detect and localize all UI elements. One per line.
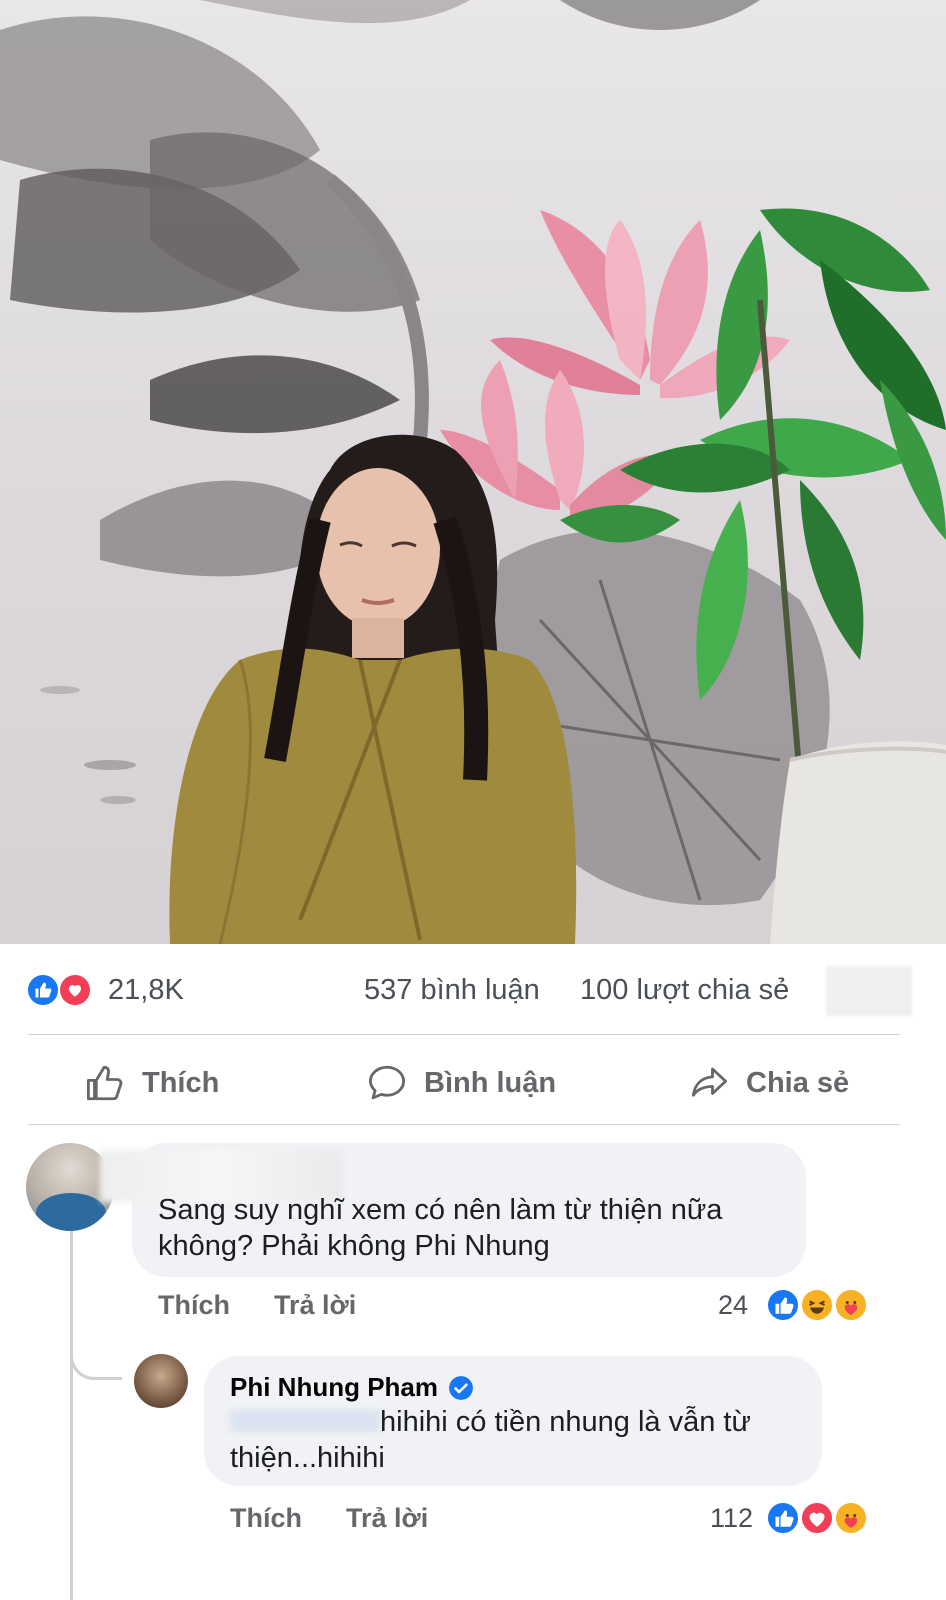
love-reaction-icon xyxy=(800,1501,834,1535)
share-arrow-icon xyxy=(691,1067,728,1097)
avatar[interactable] xyxy=(134,1354,188,1408)
reply-text: hihihi có tiền nhung là vẫn từ thiện...h… xyxy=(230,1406,751,1474)
comment-reaction-count[interactable]: 24 xyxy=(718,1290,748,1321)
verified-badge-icon xyxy=(449,1375,473,1400)
reaction-count[interactable]: 21,8K xyxy=(108,974,184,1007)
comment-button-label: Bình luận xyxy=(424,1066,557,1099)
post-photo[interactable] xyxy=(0,0,946,944)
comment-text: Sang suy nghĩ xem có nên làm từ thiện nữ… xyxy=(158,1194,723,1262)
thumbs-up-icon xyxy=(86,1065,123,1101)
reply-author-name: Phi Nhung Pham xyxy=(230,1372,438,1402)
comment-like-link[interactable]: Thích xyxy=(158,1290,230,1326)
reaction-icons[interactable] xyxy=(26,973,100,1007)
divider xyxy=(28,1034,900,1035)
post-action-bar: Thích Bình luận Chia sẻ xyxy=(0,1036,946,1126)
haha-reaction-icon xyxy=(800,1288,834,1322)
reply-thread-branch xyxy=(70,1320,122,1380)
comment-reply-link[interactable]: Trả lời xyxy=(274,1290,356,1326)
share-button-label: Chia sẻ xyxy=(746,1066,850,1099)
reply-thread-line xyxy=(70,1230,73,1600)
care-reaction-icon xyxy=(834,1288,868,1322)
post-stats-row: 21,8K 537 bình luận 100 lượt chia sẻ xyxy=(0,944,946,1040)
care-reaction-icon xyxy=(834,1501,868,1535)
reply-author[interactable]: Phi Nhung Pham xyxy=(230,1372,474,1403)
like-button-label: Thích xyxy=(142,1066,220,1099)
love-reaction-icon xyxy=(58,973,92,1007)
share-count[interactable]: 100 lượt chia sẻ xyxy=(580,974,789,1007)
photo-illustration xyxy=(0,0,946,944)
reply-reaction-count[interactable]: 112 xyxy=(710,1503,753,1534)
like-reaction-icon xyxy=(766,1288,800,1322)
blurred-region xyxy=(826,966,912,1016)
speech-bubble-icon xyxy=(368,1065,406,1100)
reply-reply-link[interactable]: Trả lời xyxy=(346,1503,428,1539)
share-button[interactable]: Chia sẻ xyxy=(688,1062,849,1104)
like-reaction-icon xyxy=(766,1501,800,1535)
divider xyxy=(28,1124,900,1125)
comment-button[interactable]: Bình luận xyxy=(366,1062,556,1104)
comment-count[interactable]: 537 bình luận xyxy=(364,974,540,1007)
reply-like-link[interactable]: Thích xyxy=(230,1503,302,1539)
like-reaction-icon xyxy=(26,973,60,1007)
like-button[interactable]: Thích xyxy=(84,1062,219,1104)
